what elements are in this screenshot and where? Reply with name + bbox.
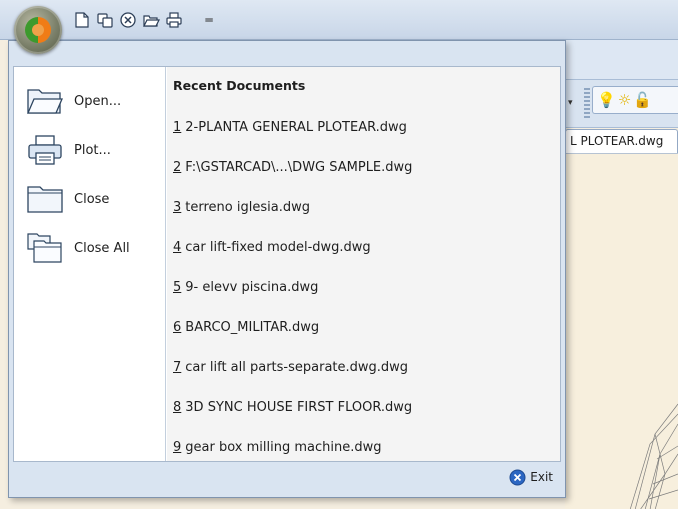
recent-document-item[interactable]: 9 gear box milling machine.dwg (173, 427, 553, 467)
item-number: 6 (173, 319, 182, 335)
quick-access-toolbar: ═ (72, 9, 219, 31)
open-folder-icon (26, 84, 64, 118)
application-menu-button[interactable] (14, 6, 62, 54)
recent-document-item[interactable]: 5 9- elevv piscina.dwg (173, 267, 553, 307)
recent-document-item[interactable]: 2 F:\GSTARCAD\...\DWG SAMPLE.dwg (173, 147, 553, 187)
item-number: 2 (173, 159, 182, 175)
lightbulb-icon[interactable]: 💡 (597, 90, 616, 110)
item-name: car lift-fixed model-dwg.dwg (185, 239, 371, 255)
ribbon-band (565, 40, 678, 80)
recent-document-item[interactable]: 3 terreno iglesia.dwg (173, 187, 553, 227)
item-number: 1 (173, 119, 182, 135)
menu-commands: Open... Plot... Close Close All (14, 67, 166, 461)
document-tab[interactable]: L PLOTEAR.dwg (565, 129, 678, 153)
drawing-canvas[interactable] (565, 153, 678, 509)
close-icon[interactable] (118, 10, 138, 30)
print-icon[interactable] (164, 10, 184, 30)
recent-documents-title: Recent Documents (173, 78, 306, 93)
item-number: 3 (173, 199, 182, 215)
dropdown-arrow-icon[interactable]: ▾ (568, 98, 578, 108)
wireframe-drawing (629, 403, 678, 509)
item-name: 2-PLANTA GENERAL PLOTEAR.dwg (185, 119, 407, 135)
printer-icon (26, 133, 64, 167)
recent-document-item[interactable]: 4 car lift-fixed model-dwg.dwg (173, 227, 553, 267)
item-number: 8 (173, 399, 182, 415)
item-number: 4 (173, 239, 182, 255)
item-number: 9 (173, 439, 182, 455)
plot-label: Plot... (74, 142, 111, 158)
item-name: 9- elevv piscina.dwg (185, 279, 319, 295)
open-icon[interactable] (141, 10, 161, 30)
layer-tools: 💡 ☼ 🔓 (592, 86, 678, 114)
sun-icon[interactable]: ☼ (618, 90, 631, 110)
open-command[interactable]: Open... (14, 79, 166, 123)
app-logo-icon (25, 17, 51, 43)
recent-document-item[interactable]: 1 2-PLANTA GENERAL PLOTEAR.dwg (173, 107, 553, 147)
exit-label: Exit (530, 470, 553, 484)
plot-command[interactable]: Plot... (14, 128, 166, 172)
exit-button[interactable]: Exit (509, 467, 553, 487)
customize-dropdown-icon[interactable]: ═ (199, 10, 219, 30)
close-all-command[interactable]: Close All (14, 226, 166, 270)
open-label: Open... (74, 93, 122, 109)
lock-icon[interactable]: 🔓 (633, 90, 652, 110)
item-name: F:\GSTARCAD\...\DWG SAMPLE.dwg (185, 159, 413, 175)
recent-document-item[interactable]: 7 car lift all parts-separate.dwg.dwg (173, 347, 553, 387)
item-name: car lift all parts-separate.dwg.dwg (185, 359, 409, 375)
application-menu: Open... Plot... Close Close All Recent D… (8, 40, 566, 498)
item-name: terreno iglesia.dwg (185, 199, 310, 215)
recent-document-item[interactable]: 6 BARCO_MILITAR.dwg (173, 307, 553, 347)
save-icon[interactable] (95, 10, 115, 30)
recent-document-item[interactable]: 8 3D SYNC HOUSE FIRST FLOOR.dwg (173, 387, 553, 427)
close-label: Close (74, 191, 110, 207)
item-name: BARCO_MILITAR.dwg (185, 319, 320, 335)
item-name: gear box milling machine.dwg (185, 439, 382, 455)
item-number: 7 (173, 359, 182, 375)
item-name: 3D SYNC HOUSE FIRST FLOOR.dwg (185, 399, 413, 415)
recent-documents-list: 1 2-PLANTA GENERAL PLOTEAR.dwg 2 F:\GSTARC… (173, 107, 553, 467)
close-command[interactable]: Close (14, 177, 166, 221)
folders-icon (26, 231, 64, 265)
folder-icon (26, 182, 64, 216)
item-number: 5 (173, 279, 182, 295)
recent-documents-panel: Recent Documents 1 2-PLANTA GENERAL PLOTE… (167, 67, 560, 461)
toolbar-grip[interactable] (584, 88, 590, 118)
exit-icon (509, 469, 526, 485)
new-icon[interactable] (72, 10, 92, 30)
close-all-label: Close All (74, 240, 130, 256)
menu-body: Open... Plot... Close Close All Recent D… (13, 66, 561, 462)
